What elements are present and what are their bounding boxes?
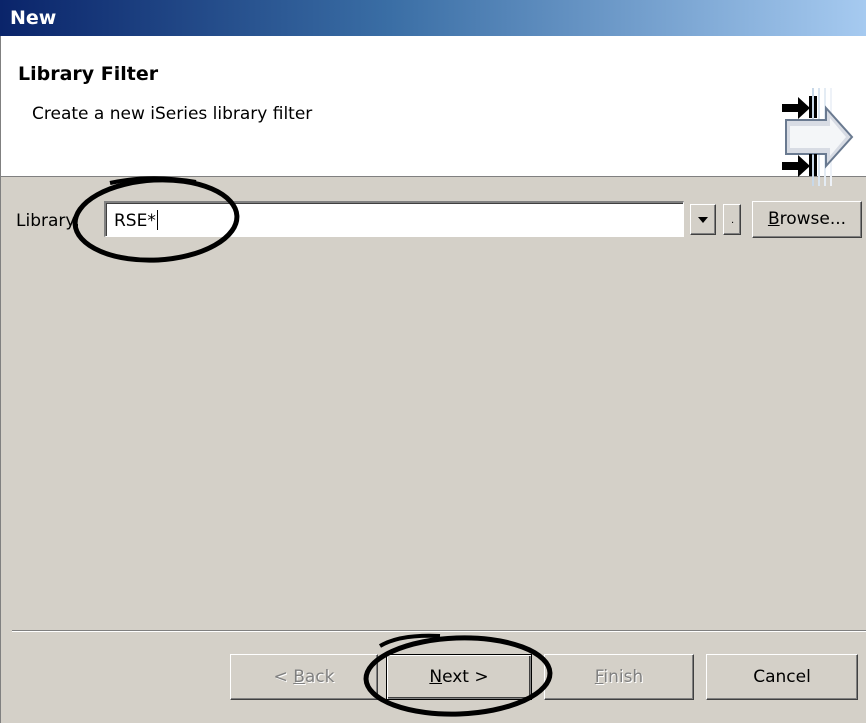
text-caret — [156, 210, 158, 230]
library-history-button[interactable]: · — [723, 204, 741, 235]
cancel-button[interactable]: Cancel — [706, 654, 858, 700]
browse-button[interactable]: Browse... — [752, 201, 862, 238]
dialog-left-border — [0, 36, 1, 723]
next-mnemonic: N — [429, 667, 443, 687]
wizard-arrows-icon — [782, 88, 854, 186]
page-description: Create a new iSeries library filter — [32, 104, 313, 124]
finish-button[interactable]: Finish — [544, 654, 694, 700]
next-label: ext > — [442, 667, 489, 687]
back-label: ack — [304, 667, 335, 687]
browse-mnemonic: B — [767, 209, 780, 229]
browse-label: rowse... — [779, 209, 847, 229]
title-bar[interactable]: New — [0, 0, 866, 36]
back-prefix: < — [273, 667, 294, 687]
next-button[interactable]: Next > — [386, 654, 532, 700]
cancel-label: Cancel — [753, 667, 811, 687]
page-title: Library Filter — [18, 63, 159, 85]
library-input[interactable]: RSE* — [104, 201, 684, 237]
circle-around-library-field-tail — [109, 176, 197, 185]
back-mnemonic: B — [293, 667, 305, 687]
library-dropdown-button[interactable] — [690, 204, 716, 235]
dropdown-arrow-icon — [698, 217, 708, 223]
back-button[interactable]: < Back — [230, 654, 378, 700]
button-bar-separator — [12, 630, 866, 632]
library-label: Library: — [16, 211, 80, 231]
new-wizard-dialog: New Library Filter Create a new iSeries … — [0, 0, 866, 723]
wizard-header: Library Filter Create a new iSeries libr… — [0, 36, 866, 186]
finish-label: inish — [603, 667, 644, 687]
window-title: New — [10, 7, 57, 29]
circle-around-next-button-tail — [378, 633, 441, 648]
library-input-value: RSE* — [114, 210, 158, 231]
small-dot-icon: · — [731, 218, 735, 229]
